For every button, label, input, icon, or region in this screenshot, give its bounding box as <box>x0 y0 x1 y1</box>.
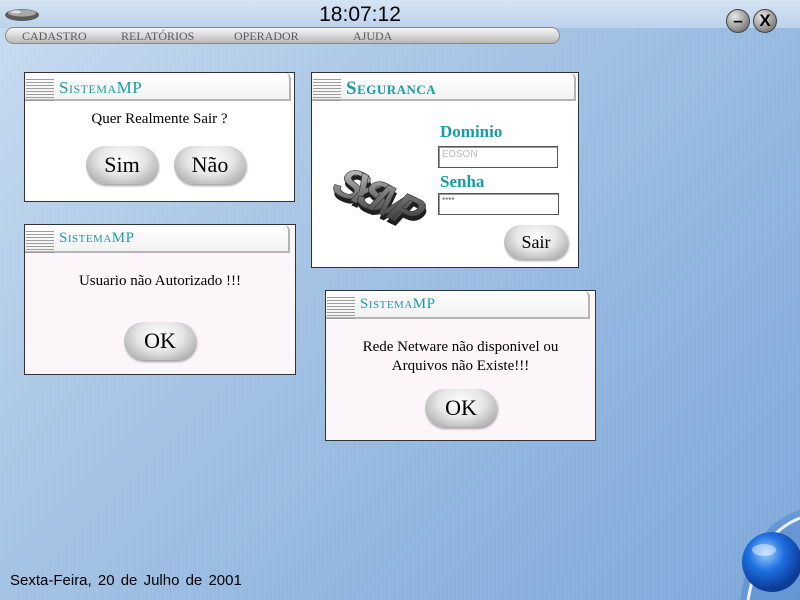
sair-button[interactable]: Sair <box>504 225 568 259</box>
domain-input[interactable]: EDSON <box>438 146 558 168</box>
top-bar: 18:07:12 <box>0 0 800 28</box>
dialog-title-tab: SistemaMP <box>25 73 291 101</box>
corner-orb-icon <box>740 510 800 600</box>
status-date: Sexta-Feira, 20 de Julho de 2001 <box>10 572 242 589</box>
no-button[interactable]: Não <box>174 146 246 184</box>
menu-operador[interactable]: OPERADOR <box>234 29 299 44</box>
clock: 18:07:12 <box>319 3 401 26</box>
app-logo-icon <box>5 9 39 21</box>
dialog-title: SistemaMP <box>59 78 143 97</box>
unauthorized-dialog: SistemaMP Usuario não Autorizado !!! OK <box>24 224 296 375</box>
dialog-title: Seguranca <box>346 78 437 99</box>
unauthorized-message: Usuario não Autorizado !!! <box>78 273 242 289</box>
menu-cadastro[interactable]: CADASTRO <box>22 29 87 44</box>
dialog-grip <box>313 79 341 101</box>
network-error-dialog: SistemaMP Rede Netware não disponivel ou… <box>325 290 596 441</box>
exit-message: Quer Realmente Sair ? <box>91 111 228 127</box>
dialog-grip <box>26 79 54 101</box>
menu-ajuda[interactable]: AJUDA <box>353 29 392 44</box>
dialog-title-tab: SistemaMP <box>25 225 290 253</box>
yes-button[interactable]: Sim <box>86 146 158 184</box>
dialog-grip <box>26 231 54 253</box>
minimize-button[interactable]: – <box>726 9 750 33</box>
ok-button[interactable]: OK <box>425 389 497 427</box>
password-input[interactable]: **** <box>438 193 559 215</box>
menu-relatorios[interactable]: RELATÓRIOS <box>121 29 194 44</box>
network-message-line2: Arquivos não Existe!!! <box>391 358 530 374</box>
domain-label: Dominio <box>440 122 503 141</box>
network-message-line1: Rede Netware não disponivel ou <box>362 339 559 355</box>
dialog-title-tab: SistemaMP <box>326 291 590 319</box>
close-button[interactable]: X <box>753 9 777 33</box>
menu-bar: CADASTRO RELATÓRIOS OPERADOR AJUDA <box>5 27 560 44</box>
dialog-title-tab: Seguranca <box>312 73 576 101</box>
dialog-title: SistemaMP <box>360 296 436 312</box>
ok-button[interactable]: OK <box>124 322 196 360</box>
dialog-grip <box>327 297 355 319</box>
dialog-title: SistemaMP <box>59 230 135 246</box>
svg-text:SYSMP: SYSMP <box>321 159 428 226</box>
exit-confirm-dialog: SistemaMP Quer Realmente Sair ? Sim Não <box>24 72 295 202</box>
password-label: Senha <box>440 172 485 191</box>
sysmp-logo: SYSMP SYSMP <box>321 159 428 226</box>
